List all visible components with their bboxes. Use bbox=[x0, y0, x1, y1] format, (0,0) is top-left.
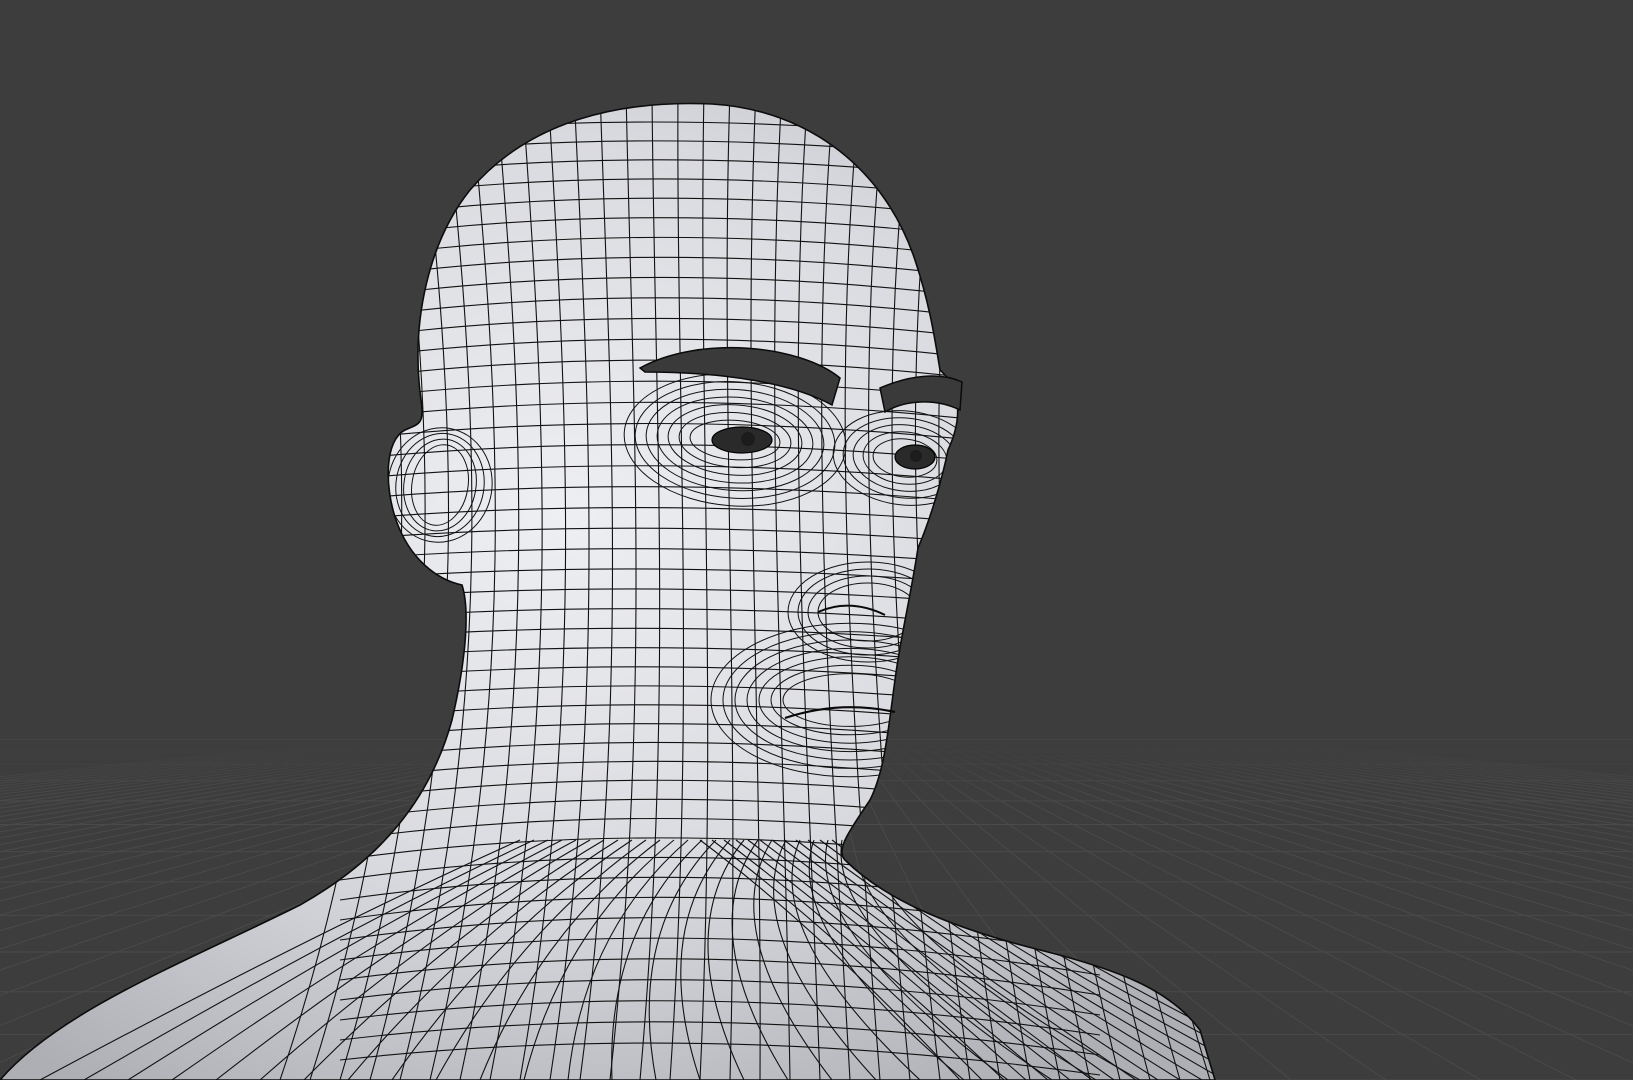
pupil-left bbox=[741, 432, 755, 446]
viewport-canvas[interactable] bbox=[0, 0, 1633, 1080]
pupil-right bbox=[910, 450, 922, 462]
3d-viewport[interactable] bbox=[0, 0, 1633, 1080]
